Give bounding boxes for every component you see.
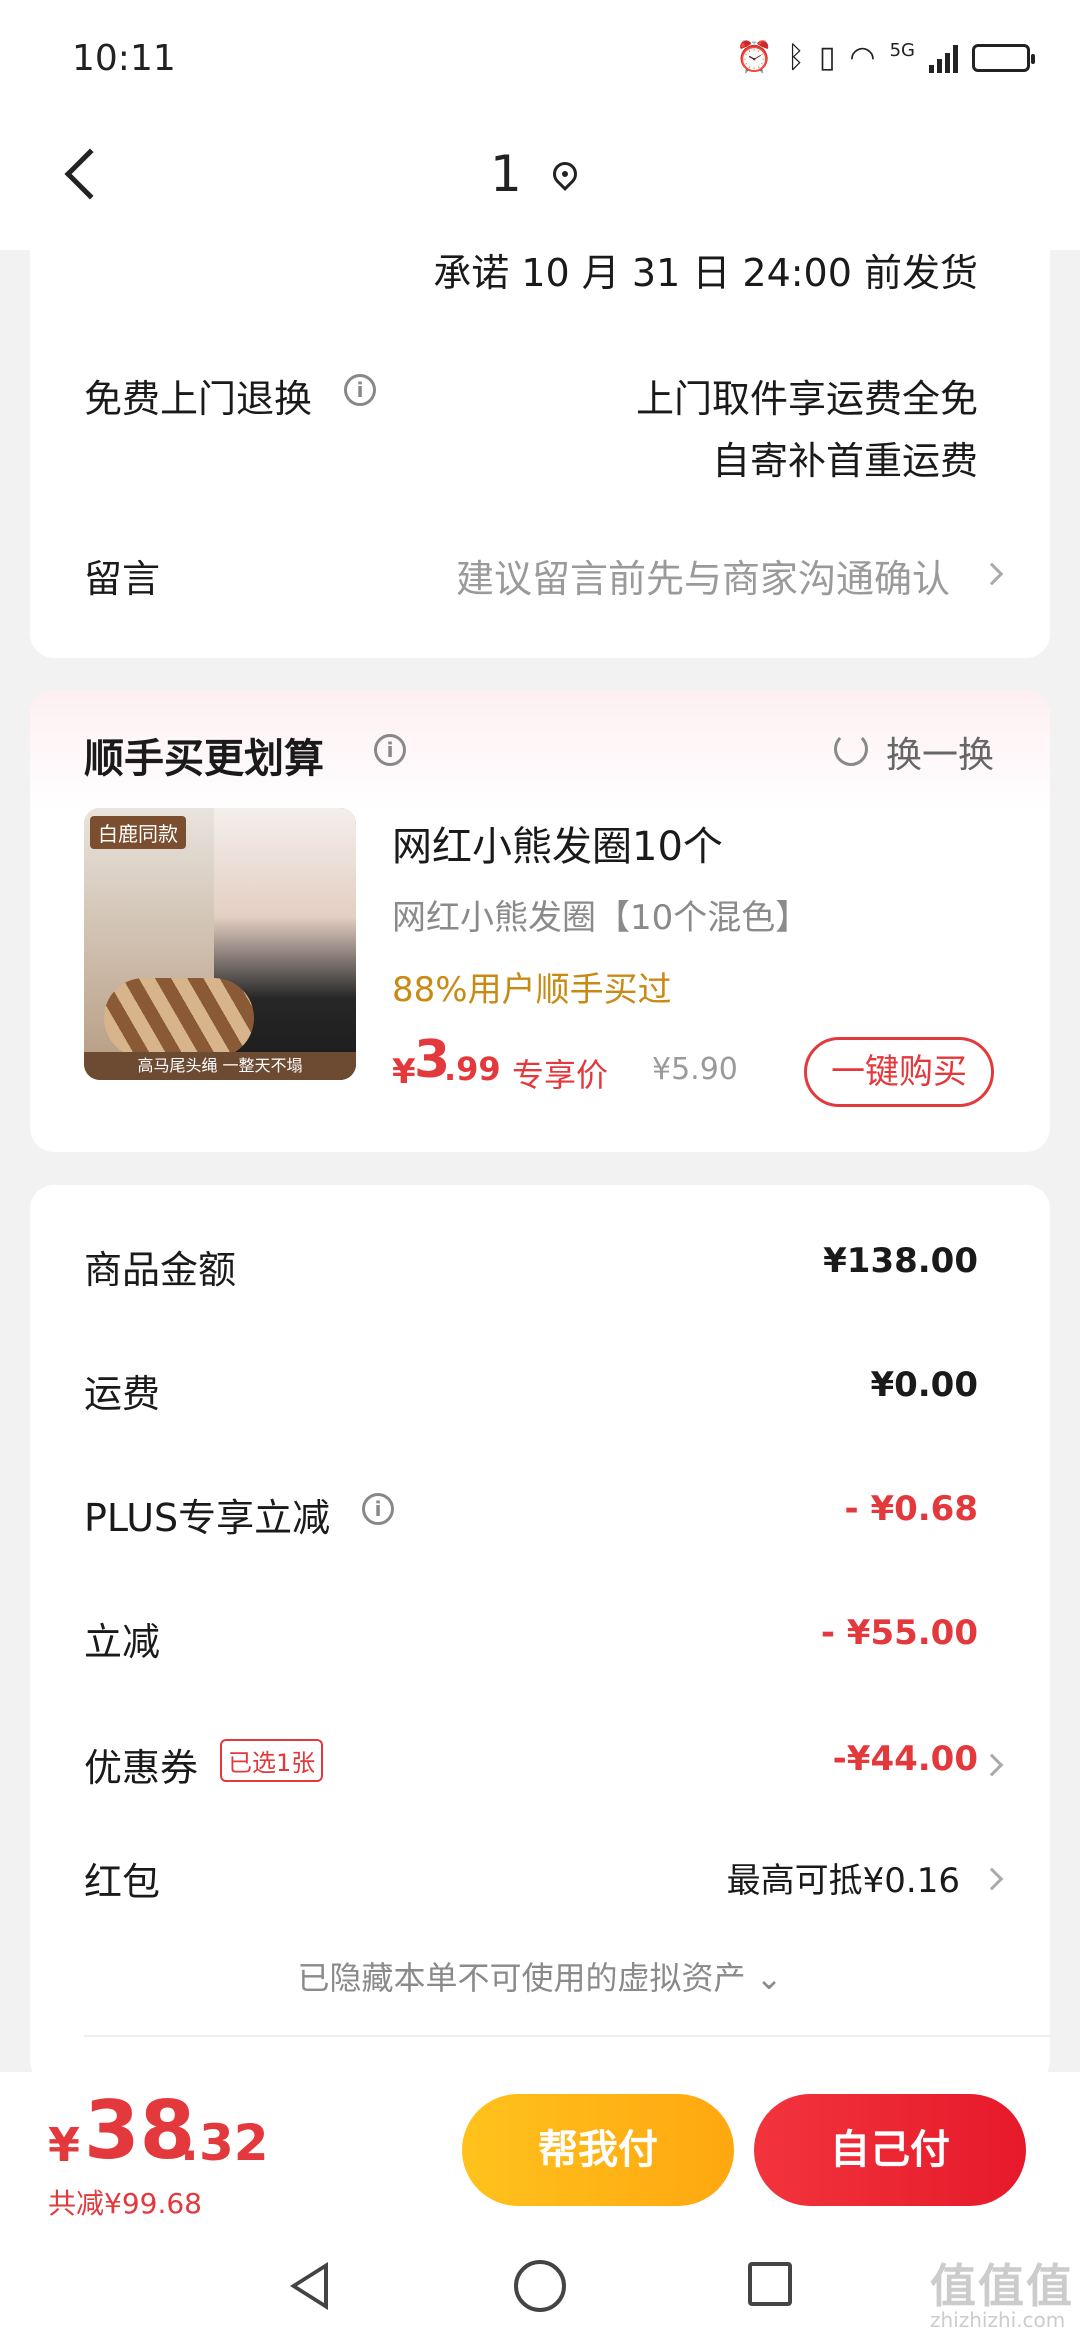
message-label: 留言 [84,557,161,601]
chevron-right-icon [980,1867,1004,1891]
plus-info-icon[interactable]: i [362,1493,394,1525]
help-pay-button[interactable]: 帮我付 [462,2094,734,2206]
upsell-title: 顺手买更划算 [84,736,324,782]
plus-discount-value: - ¥0.68 [844,1489,979,1529]
signal-icon [929,43,958,73]
one-click-buy-button[interactable]: 一键购买 [804,1037,994,1107]
hidden-assets-toggle[interactable]: 已隐藏本单不可使用的虚拟资产 ⌄ [30,1953,1050,1999]
image-caption: 高马尾头绳 一整天不塌 [84,1052,356,1080]
original-price: ¥5.90 [652,1052,738,1087]
total-currency: ¥ [48,2118,81,2172]
red-packet-label[interactable]: 红包 [84,1851,160,1906]
instant-discount-value: - ¥55.00 [820,1613,978,1653]
goods-amount-label: 商品金额 [84,1248,237,1292]
price-dec: .99 [444,1050,501,1088]
nav-recent-icon[interactable] [748,2262,792,2306]
status-icons: ⏰ ᛒ ▯ ◠ 5G [735,40,1035,75]
shipping-fee-value: ¥0.00 [870,1365,978,1405]
return-service-line2: 自寄补首重运费 [711,439,978,483]
order-summary-card: 商品金额 ¥138.00 运费 ¥0.00 PLUS专享立减 i - ¥0.68… [30,1185,1050,2085]
shipping-fee-label: 运费 [84,1372,161,1416]
wifi-icon: ◠ [849,40,876,75]
page-title: 1 [490,145,522,203]
back-arrow-icon [64,148,116,200]
back-button[interactable] [48,140,116,210]
vibrate-icon: ▯ [818,40,836,75]
network-type: 5G [889,40,915,61]
product-image[interactable]: 白鹿同款 高马尾头绳 一整天不塌 [84,808,356,1080]
refresh-icon[interactable] [834,732,868,766]
return-service-line1: 上门取件享运费全免 [635,377,978,421]
total-amount-int: 38 [84,2084,196,2177]
message-input[interactable]: 建议留言前先与商家沟通确认 [456,548,950,603]
shipping-promise: 承诺 10 月 31 日 24:00 前发货 [433,251,978,295]
system-nav-bar [0,2232,1080,2340]
self-pay-button[interactable]: 自己付 [754,2094,1026,2206]
social-proof: 88%用户顺手买过 [392,970,672,1010]
delivery-card: 承诺 10 月 31 日 24:00 前发货 免费上门退换 i 上门取件享运费全… [30,230,1050,658]
price-label: 专享价 [512,1056,609,1094]
instant-discount-label: 立减 [84,1620,161,1664]
divider [84,2035,1050,2037]
plus-discount-label: PLUS专享立减 [84,1496,331,1540]
checkout-bar: ¥ 38 .32 共减¥99.68 帮我付 自己付 [0,2072,1080,2232]
return-service-label: 免费上门退换 [84,377,313,421]
top-bar: 10:11 ⏰ ᛒ ▯ ◠ 5G 1 [0,0,1080,250]
product-name[interactable]: 网红小熊发圈10个 [392,814,723,872]
coupon-badge: 已选1张 [220,1739,324,1782]
product-spec: 网红小熊发圈【10个混色】 [392,898,810,938]
goods-amount-value: ¥138.00 [823,1241,978,1281]
watermark-site: zhizhizhi.com [930,2308,1066,2332]
upsell-info-icon[interactable]: i [374,734,406,766]
upsell-card: 顺手买更划算 i 换一换 白鹿同款 高马尾头绳 一整天不塌 网红小熊发圈10个 … [30,690,1050,1152]
coupon-value[interactable]: -¥44.00 [833,1739,978,1779]
total-amount-dec: .32 [180,2114,269,2172]
coupon-label[interactable]: 优惠券 [84,1737,198,1792]
location-pin-icon[interactable] [548,157,582,191]
image-tag: 白鹿同款 [90,816,186,849]
battery-icon [972,43,1035,72]
scrunchie-graphic [104,978,254,1058]
alarm-icon: ⏰ [735,40,773,75]
refresh-button[interactable]: 换一换 [886,726,994,778]
price-symbol: ¥ [392,1052,416,1092]
nav-home-icon[interactable] [514,2260,566,2312]
watermark: 值值值 [930,2259,1074,2313]
return-info-icon[interactable]: i [344,374,376,406]
nav-back-icon[interactable] [290,2262,328,2310]
total-saved: 共减¥99.68 [48,2187,202,2220]
chevron-right-icon [980,1753,1004,1777]
bluetooth-icon: ᛒ [786,40,805,75]
red-packet-value[interactable]: 最高可抵¥0.16 [727,1853,960,1902]
chevron-right-icon [980,562,1004,586]
status-time: 10:11 [72,38,176,79]
